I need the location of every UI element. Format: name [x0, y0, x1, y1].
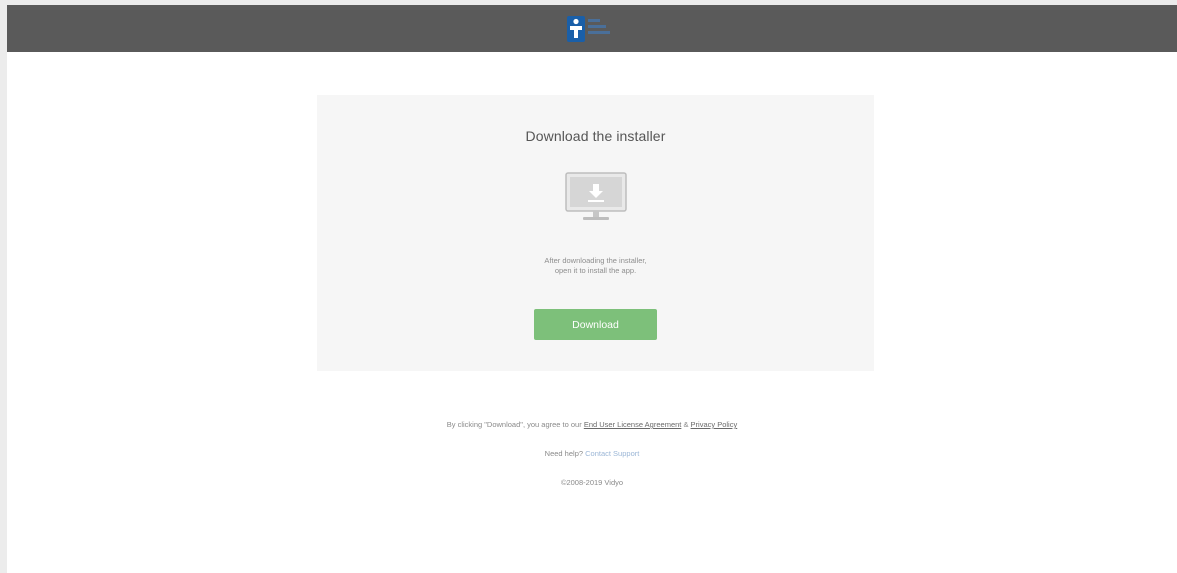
logo-wordmark: [588, 19, 621, 39]
vidyo-logo-icon[interactable]: [567, 16, 623, 42]
copyright-text: ©2008-2019 Vidyo: [560, 478, 624, 487]
privacy-policy-link[interactable]: Privacy Policy: [691, 420, 738, 429]
instructions-line-1: After downloading the installer,: [544, 256, 647, 265]
download-button[interactable]: Download: [534, 309, 657, 340]
logo-mark: [567, 16, 585, 42]
page: Download the installer After downloading…: [7, 5, 1177, 573]
instructions-text: After downloading the installer, open it…: [317, 256, 874, 276]
contact-support-link[interactable]: Contact Support: [585, 449, 639, 458]
monitor-download-icon: [565, 172, 627, 228]
header-bar: [7, 5, 1177, 52]
help-prefix: Need help?: [544, 449, 586, 458]
card-title: Download the installer: [525, 128, 666, 144]
agreement-joiner: &: [681, 420, 691, 429]
eula-link[interactable]: End User License Agreement: [584, 420, 682, 429]
agreement-text: By clicking "Download", you agree to our…: [7, 420, 1177, 429]
help-text: Need help? Contact Support: [7, 449, 1177, 458]
instructions-line-2: open it to install the app.: [554, 266, 637, 275]
download-card: Download the installer After downloading…: [317, 95, 874, 371]
agreement-prefix: By clicking "Download", you agree to our: [446, 420, 584, 429]
